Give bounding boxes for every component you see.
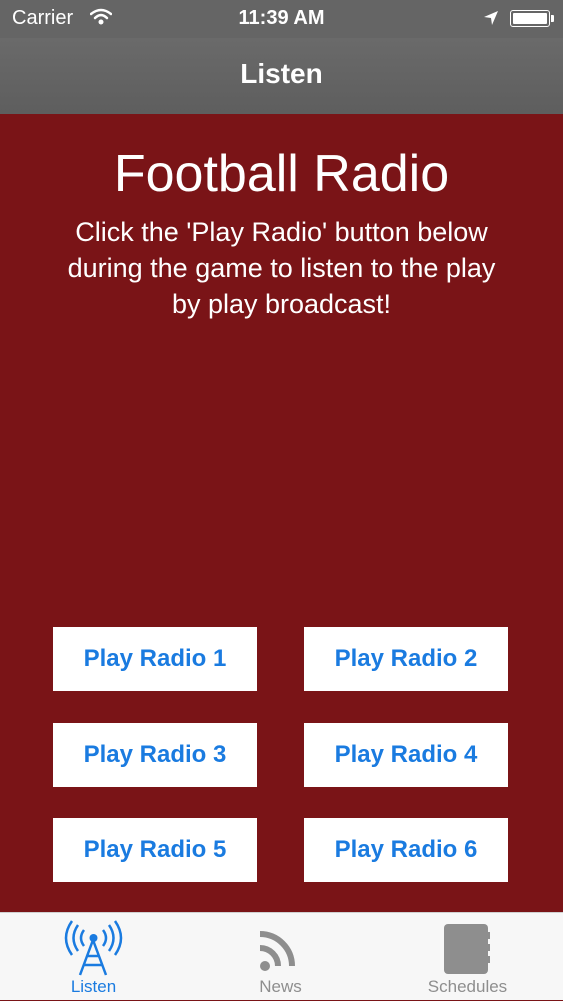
play-radio-3-button[interactable]: Play Radio 3	[53, 723, 257, 787]
play-radio-5-button[interactable]: Play Radio 5	[53, 818, 257, 882]
battery-icon	[510, 10, 550, 27]
tab-label-schedules: Schedules	[427, 977, 508, 996]
rss-icon	[187, 918, 374, 976]
status-bar: Carrier 11:39 AM	[0, 0, 563, 38]
tab-news[interactable]: News	[187, 913, 374, 1001]
listen-screen: Football Radio Click the 'Play Radio' bu…	[0, 114, 563, 912]
battery-tip	[551, 15, 554, 22]
page-title: Football Radio	[113, 145, 450, 203]
location-arrow-icon	[483, 10, 499, 31]
intro-text: Click the 'Play Radio' button below duri…	[67, 217, 496, 319]
notebook-icon	[374, 918, 561, 976]
play-radio-2-button[interactable]: Play Radio 2	[304, 627, 508, 691]
play-radio-1-button[interactable]: Play Radio 1	[53, 627, 257, 691]
radio-tower-icon	[0, 918, 187, 976]
tab-label-news: News	[259, 977, 302, 996]
tab-bar: Listen News Schedules	[0, 912, 563, 1000]
play-radio-4-button[interactable]: Play Radio 4	[304, 723, 508, 787]
nav-title: Listen	[240, 58, 323, 89]
tab-label-listen: Listen	[70, 977, 117, 996]
tab-listen[interactable]: Listen	[0, 913, 187, 1001]
navigation-bar: Listen	[0, 38, 563, 114]
tab-schedules[interactable]: Schedules	[374, 913, 561, 1001]
play-radio-6-button[interactable]: Play Radio 6	[304, 818, 508, 882]
status-time: 11:39 AM	[238, 7, 325, 29]
